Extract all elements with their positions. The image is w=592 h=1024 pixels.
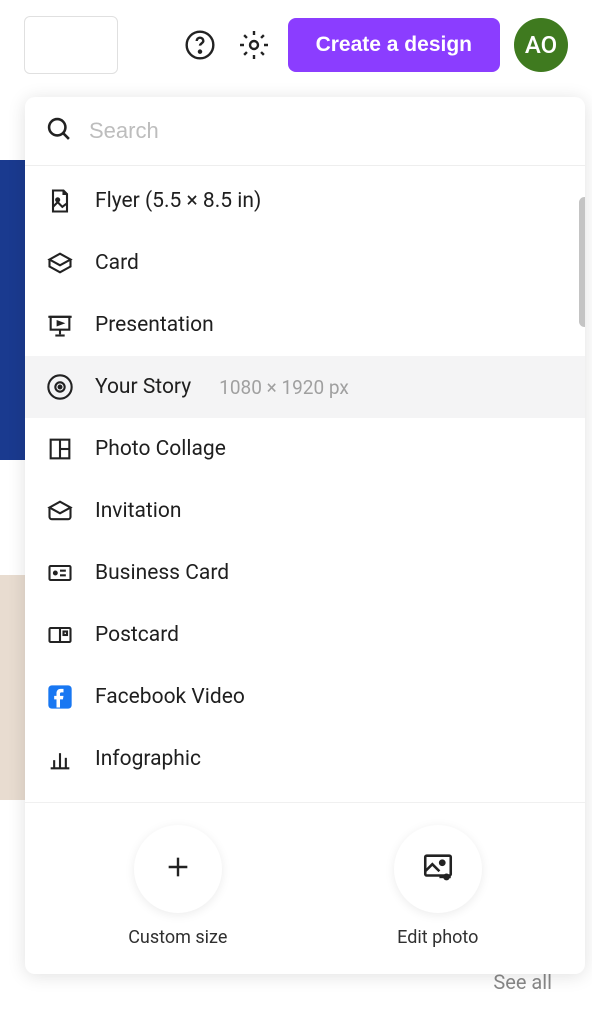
create-design-button[interactable]: Create a design (288, 18, 500, 72)
design-type-item[interactable]: Facebook Video (25, 666, 585, 728)
design-type-item[interactable]: Postcard (25, 604, 585, 666)
item-label: Your Story (95, 375, 191, 399)
design-type-item[interactable]: Invitation (25, 480, 585, 542)
item-label: Flyer (5.5 × 8.5 in) (95, 189, 261, 213)
design-type-item[interactable]: Infographic (25, 728, 585, 790)
story-icon (45, 372, 75, 402)
edit-photo-label: Edit photo (397, 927, 478, 948)
collage-icon (45, 434, 75, 464)
item-label: Photo Collage (95, 437, 226, 461)
item-label: Card (95, 251, 139, 275)
item-label: Business Card (95, 561, 229, 585)
plus-icon (162, 851, 194, 887)
design-type-item[interactable]: Your Story 1080 × 1920 px (25, 356, 585, 418)
item-label: Facebook Video (95, 685, 245, 709)
postcard-icon (45, 620, 75, 650)
presentation-icon (45, 310, 75, 340)
background-thumbnail (0, 575, 25, 800)
item-label: Postcard (95, 623, 179, 647)
header-input-box[interactable] (24, 16, 118, 74)
bottom-actions: Custom size Edit photo (25, 802, 585, 974)
infographic-icon (45, 744, 75, 774)
search-input[interactable] (89, 118, 565, 144)
fbvideo-icon (45, 682, 75, 712)
item-dimensions: 1080 × 1920 px (219, 376, 349, 399)
custom-size-button[interactable]: Custom size (128, 825, 227, 948)
background-thumbnail (0, 160, 25, 460)
flyer-icon (45, 186, 75, 216)
design-type-item[interactable]: Card (25, 232, 585, 294)
custom-size-label: Custom size (128, 927, 227, 948)
item-label: Infographic (95, 747, 201, 771)
avatar[interactable]: AO (514, 18, 568, 72)
design-type-dropdown: Flyer (5.5 × 8.5 in) Card Presentation Your… (25, 97, 585, 974)
photo-edit-icon (421, 850, 455, 888)
card-icon (45, 248, 75, 278)
invitation-icon (45, 496, 75, 526)
design-type-item[interactable]: Presentation (25, 294, 585, 356)
item-label: Invitation (95, 499, 181, 523)
help-icon[interactable] (180, 25, 220, 65)
bizcard-icon (45, 558, 75, 588)
design-type-item[interactable]: Flyer (5.5 × 8.5 in) (25, 170, 585, 232)
design-type-item[interactable]: Photo Collage (25, 418, 585, 480)
item-label: Presentation (95, 313, 214, 337)
search-row (25, 97, 585, 166)
gear-icon[interactable] (234, 25, 274, 65)
design-type-item[interactable]: Business Card (25, 542, 585, 604)
top-header: Create a design AO (0, 0, 592, 90)
search-icon (45, 115, 73, 147)
edit-photo-button[interactable]: Edit photo (394, 825, 482, 948)
